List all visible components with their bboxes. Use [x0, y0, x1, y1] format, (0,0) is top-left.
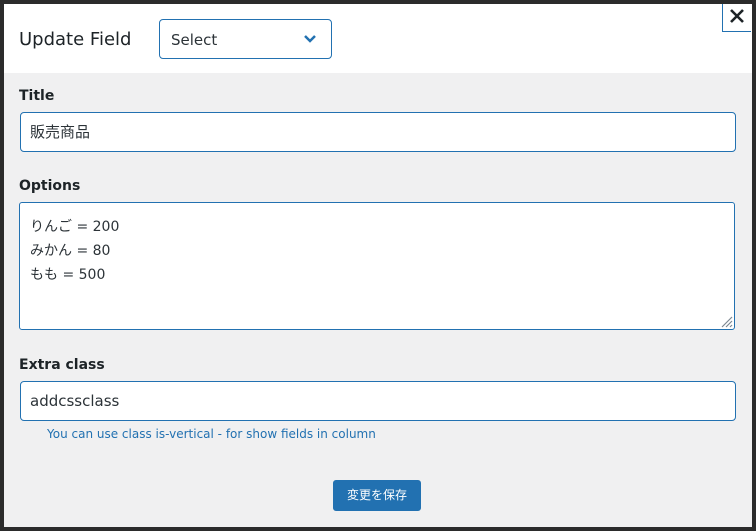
resize-handle-icon[interactable] [719, 314, 733, 328]
close-icon [730, 9, 744, 23]
extra-class-input[interactable]: addcssclass [20, 381, 736, 421]
extra-class-help: You can use class is-vertical - for show… [47, 427, 376, 441]
dialog-header: Update Field Select [4, 4, 752, 73]
field-type-select[interactable]: Select [159, 19, 332, 59]
close-button[interactable] [722, 4, 751, 32]
title-label: Title [19, 88, 55, 104]
option-line: もも = 500 [30, 267, 106, 283]
options-label: Options [19, 178, 81, 194]
title-input[interactable]: 販売商品 [20, 112, 736, 152]
select-value: Select [171, 31, 218, 49]
extra-class-label: Extra class [19, 357, 105, 373]
save-changes-button[interactable]: 変更を保存 [333, 480, 421, 511]
dialog-title: Update Field [19, 29, 132, 50]
update-field-dialog: Update Field Select Title 販売商品 Options り… [4, 4, 752, 527]
option-line: みかん = 80 [30, 243, 111, 259]
option-line: りんご = 200 [30, 219, 120, 235]
options-textarea[interactable]: りんご = 200 みかん = 80 もも = 500 [19, 202, 735, 330]
chevron-down-icon [304, 35, 316, 43]
